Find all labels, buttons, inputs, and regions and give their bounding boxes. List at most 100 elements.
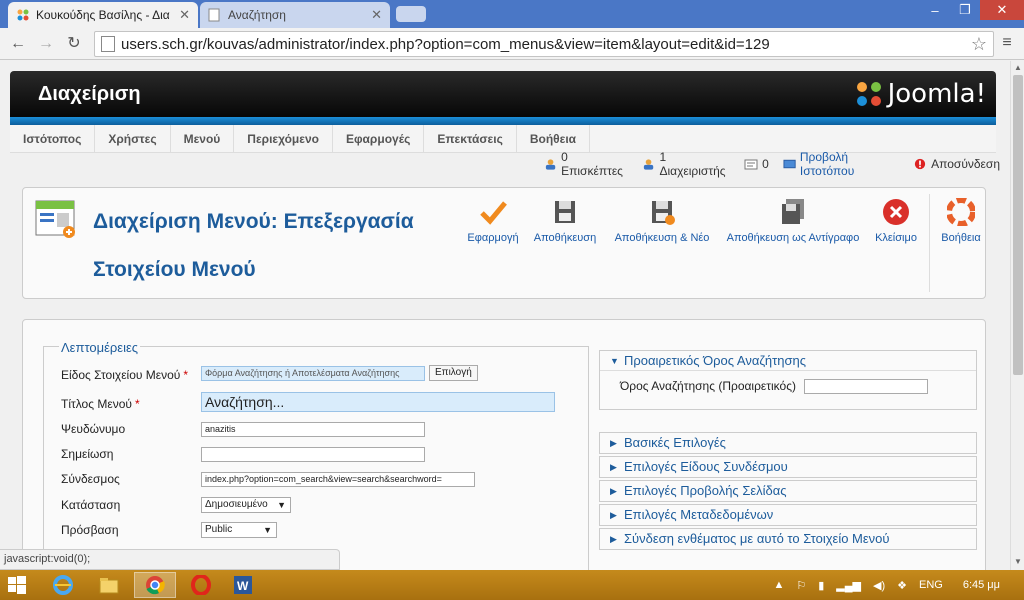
checkmark-icon bbox=[480, 201, 507, 225]
save-new-icon bbox=[652, 201, 675, 225]
language-indicator[interactable]: ENG bbox=[919, 579, 943, 591]
status-select[interactable]: Δημοσιευμένο ▼ bbox=[201, 497, 291, 513]
back-arrow-icon[interactable]: ← bbox=[8, 34, 28, 54]
link-type-options-panel[interactable]: ▶ Επιλογές Είδους Συνδέσμου bbox=[599, 456, 977, 478]
browser-tab-search[interactable]: Αναζήτηση ✕ bbox=[200, 2, 390, 28]
admin-menu-bar: Ιστότοπος Χρήστες Μενού Περιεχόμενο Εφαρ… bbox=[10, 125, 996, 153]
messages-icon bbox=[744, 159, 758, 170]
word-icon[interactable]: W bbox=[222, 572, 264, 598]
save-new-button[interactable]: Αποθήκευση & Νέο bbox=[613, 198, 711, 244]
browser-tab-active[interactable]: Κουκούδης Βασίλης - Δια ✕ bbox=[8, 2, 198, 28]
access-select[interactable]: Public ▼ bbox=[201, 522, 277, 538]
help-button[interactable]: Βοήθεια bbox=[937, 198, 985, 244]
joomla-favicon-icon bbox=[16, 8, 30, 22]
vertical-scrollbar[interactable]: ▲ ▼ bbox=[1010, 61, 1024, 570]
collapsed-triangle-icon: ▶ bbox=[610, 486, 617, 496]
show-hidden-icons-icon[interactable]: ▲ bbox=[773, 579, 784, 591]
collapsed-triangle-icon: ▶ bbox=[610, 438, 617, 448]
toolbar-divider bbox=[929, 194, 930, 292]
view-site-link[interactable]: Προβολή Ιστοτόπου bbox=[783, 150, 899, 178]
page-display-options-panel[interactable]: ▶ Επιλογές Προβολής Σελίδας bbox=[599, 480, 977, 502]
page-viewport: Διαχείριση Joomla! Ιστότοπος Χρήστες Μεν… bbox=[0, 61, 1010, 570]
header-stripe bbox=[10, 117, 996, 125]
bookmark-star-icon[interactable]: ☆ bbox=[971, 34, 987, 55]
admin-user-icon bbox=[644, 159, 654, 170]
details-legend: Λεπτομέρειες bbox=[59, 340, 141, 355]
link-input[interactable]: index.php?option=com_search&view=search&… bbox=[201, 472, 475, 487]
menu-manager-icon bbox=[35, 200, 75, 238]
maximize-button[interactable]: ❐ bbox=[950, 0, 980, 20]
url-text: users.sch.gr/kouvas/administrator/index.… bbox=[121, 35, 770, 53]
save-copy-icon bbox=[782, 199, 804, 224]
scroll-down-arrow-icon[interactable]: ▼ bbox=[1014, 557, 1022, 566]
logout-link[interactable]: Αποσύνδεση bbox=[913, 157, 1000, 171]
windows-taskbar: W ▲ ⚐ ▮ ▂▄▆ ◀) ❖ ENG 6:45 μμ bbox=[0, 570, 1024, 600]
required-marker: * bbox=[183, 368, 189, 382]
save-icon bbox=[555, 201, 575, 223]
minimize-button[interactable]: – bbox=[920, 0, 950, 20]
dropbox-icon[interactable]: ❖ bbox=[897, 579, 907, 592]
visitors-icon bbox=[545, 159, 556, 170]
menu-item-users[interactable]: Χρήστες bbox=[95, 125, 171, 152]
search-term-input[interactable] bbox=[804, 379, 928, 394]
menu-item-help[interactable]: Βοήθεια bbox=[517, 125, 591, 152]
menu-item-extensions[interactable]: Επεκτάσεις bbox=[424, 125, 517, 152]
scrollbar-thumb[interactable] bbox=[1013, 75, 1023, 375]
menu-title-input[interactable]: Αναζήτηση... bbox=[201, 392, 555, 412]
note-input[interactable] bbox=[201, 447, 425, 462]
alias-input[interactable]: anazitis bbox=[201, 422, 425, 437]
save-button[interactable]: Αποθήκευση bbox=[531, 198, 599, 244]
tab-title: Αναζήτηση bbox=[228, 8, 286, 22]
admin-title: Διαχείριση bbox=[38, 83, 141, 105]
tab-close-icon[interactable]: ✕ bbox=[371, 7, 382, 23]
metadata-options-panel[interactable]: ▶ Επιλογές Μεταδεδομένων bbox=[599, 504, 977, 526]
volume-icon[interactable]: ◀) bbox=[873, 579, 885, 592]
save-as-copy-button[interactable]: Αποθήκευση ως Αντίγραφο bbox=[723, 198, 863, 244]
page-icon bbox=[208, 8, 222, 22]
clock[interactable]: 6:45 μμ bbox=[963, 579, 1000, 591]
chrome-menu-icon[interactable]: ≡ bbox=[998, 34, 1016, 52]
module-assignment-panel[interactable]: ▶ Σύνδεση ενθέματος με αυτό το Στοιχείο Μ… bbox=[599, 528, 977, 550]
basic-options-panel[interactable]: ▶ Βασικές Επιλογές bbox=[599, 432, 977, 454]
select-type-button[interactable]: Επιλογή bbox=[429, 365, 478, 381]
chrome-icon[interactable] bbox=[134, 572, 176, 598]
close-window-button[interactable]: ✕ bbox=[980, 0, 1024, 20]
collapsed-triangle-icon: ▶ bbox=[610, 510, 617, 520]
forward-arrow-icon[interactable]: → bbox=[36, 34, 56, 54]
menu-title-label: Τίτλος Μενού * bbox=[61, 397, 140, 411]
alias-label: Ψευδώνυμο bbox=[61, 422, 126, 436]
file-explorer-icon[interactable] bbox=[88, 572, 130, 598]
menu-item-content[interactable]: Περιεχόμενο bbox=[234, 125, 333, 152]
messages-status[interactable]: 0 bbox=[744, 157, 769, 171]
menu-item-components[interactable]: Εφαρμογές bbox=[333, 125, 425, 152]
address-bar[interactable]: users.sch.gr/kouvas/administrator/index.… bbox=[94, 31, 994, 57]
close-button[interactable]: Κλείσιμο bbox=[871, 198, 921, 244]
page-icon bbox=[101, 36, 115, 52]
optional-search-header[interactable]: ▼ Προαιρετικός Όρος Αναζήτησης bbox=[600, 351, 976, 371]
dropdown-arrow-icon: ▼ bbox=[263, 525, 272, 535]
page-title: Διαχείριση Μενού: Επεξεργασία Στοιχείου … bbox=[93, 210, 414, 281]
opera-icon[interactable] bbox=[180, 572, 222, 598]
note-label: Σημείωση bbox=[61, 447, 114, 461]
windows-start-icon[interactable] bbox=[8, 576, 26, 594]
internet-explorer-icon[interactable] bbox=[42, 572, 84, 598]
window-controls: – ❐ ✕ bbox=[920, 0, 1024, 22]
apply-button[interactable]: Εφαρμογή bbox=[467, 198, 519, 244]
device-icon[interactable]: ▮ bbox=[818, 579, 824, 592]
menu-item-type-field[interactable]: Φόρμα Αναζήτησης ή Αποτελέσματα Αναζήτησ… bbox=[201, 366, 425, 381]
menu-item-site[interactable]: Ιστότοπος bbox=[10, 125, 96, 152]
monitor-icon bbox=[783, 159, 796, 169]
access-label: Πρόσβαση bbox=[61, 523, 119, 537]
network-signal-icon[interactable]: ▂▄▆ bbox=[836, 579, 861, 592]
browser-status-bubble: javascript:void(0); bbox=[0, 549, 340, 570]
scroll-up-arrow-icon[interactable]: ▲ bbox=[1014, 63, 1022, 72]
status-label: Κατάσταση bbox=[61, 498, 121, 512]
action-center-flag-icon[interactable]: ⚐ bbox=[796, 579, 806, 592]
new-tab-button[interactable] bbox=[396, 6, 426, 22]
system-tray: ▲ ⚐ ▮ ▂▄▆ ◀) ❖ ENG 6:45 μμ bbox=[767, 570, 1024, 600]
reload-icon[interactable]: ↻ bbox=[64, 34, 84, 54]
tab-close-icon[interactable]: ✕ bbox=[179, 7, 190, 23]
menu-item-menus[interactable]: Μενού bbox=[171, 125, 235, 152]
dropdown-arrow-icon: ▼ bbox=[277, 500, 286, 510]
lifebuoy-icon bbox=[947, 198, 975, 226]
